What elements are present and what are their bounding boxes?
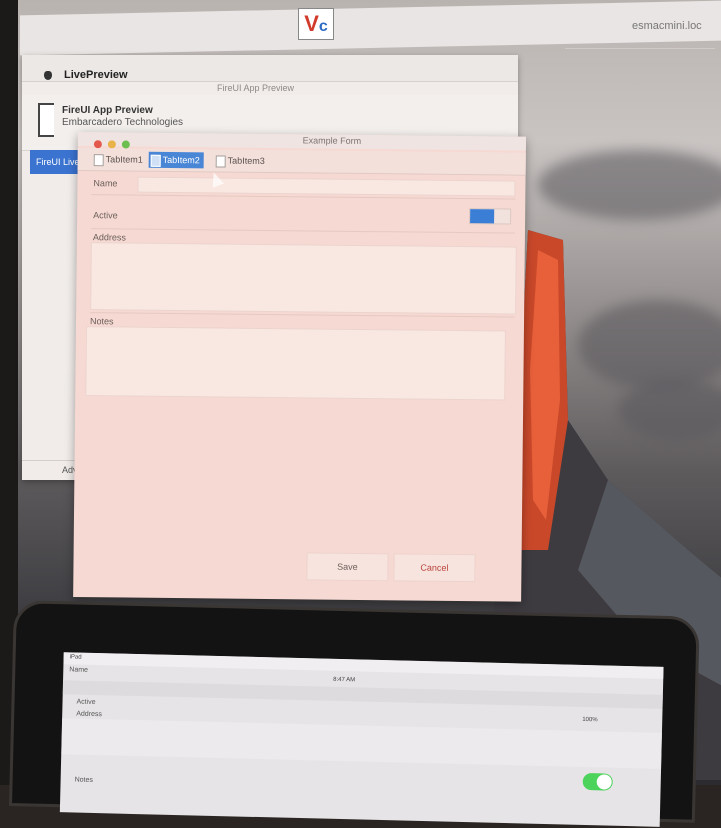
active-switch[interactable] [469, 208, 512, 225]
active-label: Active [93, 210, 118, 221]
switch-knob [596, 774, 612, 790]
tab-label: TabItem2 [162, 154, 200, 166]
ipad-active-switch[interactable] [582, 772, 613, 791]
tab-label: TabItem1 [105, 154, 143, 165]
ipad-name-field[interactable] [62, 680, 663, 709]
zoom-button[interactable] [121, 140, 130, 149]
ipad-address-label: Address [76, 710, 102, 719]
cancel-button[interactable]: Cancel [393, 553, 476, 583]
tab-item1[interactable]: TabItem1 [92, 151, 147, 168]
tab-item2[interactable]: TabItem2 [148, 151, 204, 169]
cloud [538, 150, 721, 220]
tab-icon [93, 154, 104, 167]
app-menu-title[interactable]: LivePreview [64, 69, 128, 81]
name-label: Name [93, 178, 118, 189]
logo-letter: V [304, 11, 319, 36]
window-subtitle: FireUI App Preview [217, 83, 295, 93]
vc-logo[interactable]: Vc [298, 8, 334, 40]
save-button[interactable]: Save [306, 552, 389, 582]
document-icon [38, 103, 54, 137]
ipad-name-label: Name [69, 666, 89, 674]
name-input[interactable] [137, 176, 516, 197]
logo-sub-letter: c [318, 18, 328, 35]
form-title: Example Form [302, 135, 362, 146]
switch-knob [470, 209, 495, 224]
minimize-button[interactable] [107, 140, 116, 149]
ipad-status-bar: iPad [63, 652, 664, 679]
example-form-window: Example Form TabItem1 TabItem2 TabItem3 … [73, 132, 526, 602]
divider [90, 228, 515, 234]
tab-item3[interactable]: TabItem3 [214, 152, 269, 169]
ipad-screen: iPad Name 8:47 AM Active Address 100% No… [59, 652, 664, 827]
close-button[interactable] [93, 140, 102, 149]
company-name: Embarcadero Technologies [62, 117, 184, 128]
carrier-label: iPad [69, 654, 82, 661]
ipad-time: 8:47 AM [333, 676, 356, 684]
tab-icon [215, 155, 226, 168]
ipad-battery: 100% [582, 716, 598, 724]
address-label: Address [92, 232, 126, 243]
app-name: FireUI App Preview [62, 105, 153, 116]
address-memo[interactable] [90, 242, 517, 315]
ipad-notes-label: Notes [74, 776, 93, 784]
notes-label: Notes [89, 316, 114, 327]
apple-icon[interactable] [44, 71, 52, 80]
ipad-address-field[interactable] [61, 718, 662, 769]
tab-icon [150, 154, 161, 167]
tab-bar: TabItem1 TabItem2 TabItem3 [77, 147, 526, 176]
notes-memo[interactable] [85, 326, 506, 401]
ipad-active-label: Active [76, 698, 96, 707]
ipad-device: iPad Name 8:47 AM Active Address 100% No… [8, 600, 700, 827]
host-search-field[interactable] [565, 32, 715, 49]
tab-label: TabItem3 [227, 155, 265, 166]
host-name-label: esmacmini.loc [632, 20, 702, 32]
